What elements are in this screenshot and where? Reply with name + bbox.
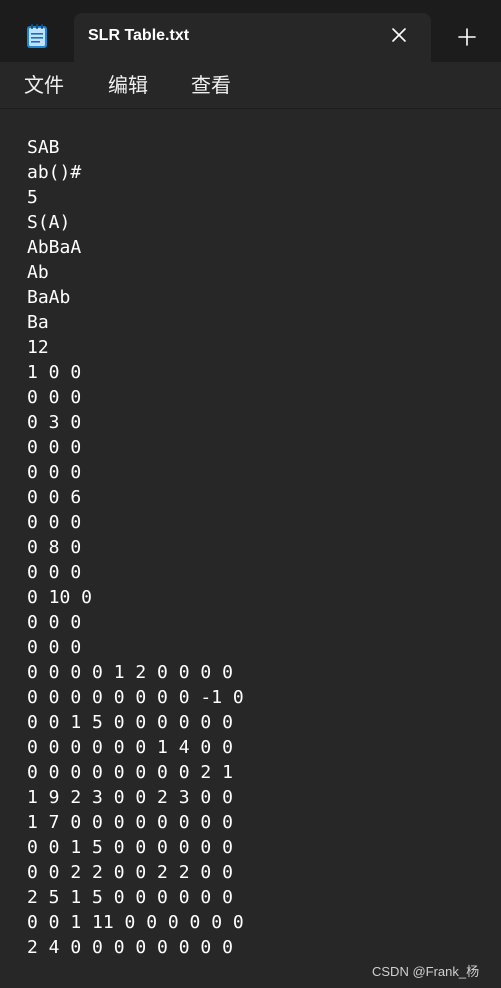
tab-slr-table[interactable]: SLR Table.txt [74,13,431,62]
text-line[interactable]: Ba [27,310,487,335]
text-line[interactable]: AbBaA [27,235,487,260]
text-line[interactable]: 2 4 0 0 0 0 0 0 0 0 [27,935,487,960]
text-line[interactable]: 0 0 0 [27,510,487,535]
text-line[interactable]: 12 [27,335,487,360]
text-line[interactable]: 0 0 1 11 0 0 0 0 0 0 [27,910,487,935]
watermark: CSDN @Frank_杨 [372,964,480,979]
plus-icon[interactable] [458,28,476,46]
menu-bar: 文件 编辑 查看 [0,62,501,109]
notepad-icon [26,23,48,49]
close-icon[interactable] [390,26,408,44]
notepad-window: SLR Table.txt 文件 编辑 查看 SAB ab()# 5 S(A) AbBa… [0,0,501,988]
text-line[interactable]: 5 [27,185,487,210]
text-line[interactable]: 0 0 0 0 1 2 0 0 0 0 [27,660,487,685]
text-line[interactable]: 0 0 0 0 0 0 0 0 -1 0 [27,685,487,710]
text-line[interactable]: 0 0 0 [27,635,487,660]
text-line[interactable]: 1 7 0 0 0 0 0 0 0 0 [27,810,487,835]
text-line[interactable]: 0 8 0 [27,535,487,560]
text-line[interactable]: BaAb [27,285,487,310]
text-line[interactable]: S(A) [27,210,487,235]
text-line[interactable]: 0 0 2 2 0 0 2 2 0 0 [27,860,487,885]
title-bar[interactable]: SLR Table.txt [0,0,501,62]
text-line[interactable]: Ab [27,260,487,285]
menu-edit[interactable]: 编辑 [104,72,152,98]
menu-file[interactable]: 文件 [20,72,68,98]
text-line[interactable]: 0 0 0 [27,435,487,460]
text-line[interactable]: SAB [27,135,487,160]
tab-title: SLR Table.txt [88,27,190,44]
text-line[interactable]: 0 0 6 [27,485,487,510]
text-line[interactable]: 0 0 0 0 0 0 1 4 0 0 [27,735,487,760]
text-line[interactable]: ab()# [27,160,487,185]
text-line[interactable]: 0 0 0 [27,610,487,635]
text-line[interactable]: 1 9 2 3 0 0 2 3 0 0 [27,785,487,810]
text-line[interactable]: 0 0 0 0 0 0 0 0 2 1 [27,760,487,785]
text-editor[interactable]: SAB ab()# 5 S(A) AbBaA Ab BaAb Ba 12 1 0 00 0 00 … [0,109,501,988]
text-line[interactable]: 0 0 0 [27,385,487,410]
text-line[interactable]: 2 5 1 5 0 0 0 0 0 0 [27,885,487,910]
text-line[interactable]: 0 0 0 [27,560,487,585]
text-line[interactable]: 0 0 1 5 0 0 0 0 0 0 [27,710,487,735]
text-line[interactable]: 0 10 0 [27,585,487,610]
text-content[interactable]: SAB ab()# 5 S(A) AbBaA Ab BaAb Ba 12 1 0 00 0 00 … [27,135,487,960]
text-line[interactable]: 0 3 0 [27,410,487,435]
text-line[interactable]: 1 0 0 [27,360,487,385]
menu-view[interactable]: 查看 [187,72,235,98]
text-line[interactable]: 0 0 0 [27,460,487,485]
text-line[interactable]: 0 0 1 5 0 0 0 0 0 0 [27,835,487,860]
